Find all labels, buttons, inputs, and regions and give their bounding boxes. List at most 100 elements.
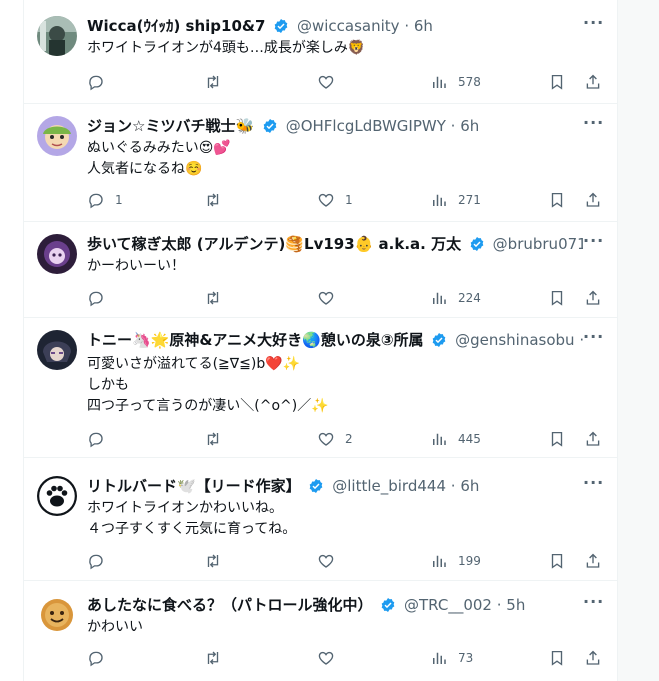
views-count: 271	[458, 193, 481, 207]
reply-button[interactable]	[87, 429, 115, 449]
user-handle[interactable]: @wiccasanity	[297, 17, 400, 35]
bookmark-button[interactable]	[548, 288, 566, 308]
post-header: ジョン☆ミツバチ戦士🐝 @OHFlcgLdBWGIPWY · 6h	[87, 116, 583, 136]
post-time[interactable]: 6h	[460, 477, 479, 495]
post[interactable]: ジョン☆ミツバチ戦士🐝 @OHFlcgLdBWGIPWY · 6h ··· ぬい…	[24, 104, 617, 222]
avatar[interactable]	[37, 595, 77, 635]
views-count: 199	[458, 554, 481, 568]
bookmark-icon	[551, 553, 563, 569]
avatar[interactable]	[37, 476, 77, 516]
bookmark-button[interactable]	[548, 429, 566, 449]
post-text-line: ４つ子すくすく元気に育ってね。	[87, 521, 297, 537]
share-button[interactable]	[584, 429, 602, 449]
retweet-button[interactable]	[204, 288, 232, 308]
display-name[interactable]: Wicca(ｳｲｯｶ) ship10&7	[87, 17, 265, 35]
post-header: 歩いて稼ぎ太郎 (アルデンテ)🥞Lv193👶 a.k.a. 万太 @brubru…	[87, 234, 583, 254]
post-text-line: 人気者になるね☺️	[87, 161, 203, 177]
post-text-line: 四つ子って言うのが凄い＼(^o^)／✨	[87, 398, 329, 414]
post-text: ホワイトライオンかわいいね。 ４つ子すくすく元気に育ってね。	[87, 498, 587, 540]
like-button[interactable]: 2	[317, 429, 353, 449]
post-time[interactable]: 6h	[460, 117, 479, 135]
user-handle[interactable]: @brubru0714	[493, 235, 583, 253]
views-icon	[433, 652, 446, 664]
avatar[interactable]	[37, 116, 77, 156]
share-icon	[586, 650, 600, 665]
retweet-button[interactable]	[204, 72, 232, 92]
like-button[interactable]	[317, 288, 345, 308]
avatar[interactable]	[37, 16, 77, 56]
user-handle[interactable]: @genshinasobu	[455, 331, 574, 349]
more-icon[interactable]: ···	[583, 475, 603, 496]
action-bar: 578	[87, 72, 603, 92]
more-icon[interactable]: ···	[583, 115, 603, 136]
display-name[interactable]: あしたなに食べる？（パトロール強化中）	[87, 596, 372, 614]
like-icon	[318, 291, 334, 305]
more-icon[interactable]: ···	[583, 233, 603, 254]
like-count: 2	[345, 432, 353, 446]
retweet-button[interactable]	[204, 648, 232, 668]
like-button[interactable]: 1	[317, 190, 353, 210]
like-button[interactable]	[317, 551, 345, 571]
verified-badge-icon	[432, 333, 446, 347]
share-button[interactable]	[584, 648, 602, 668]
share-button[interactable]	[584, 190, 602, 210]
views-button[interactable]: 199	[430, 551, 481, 571]
views-button[interactable]: 224	[430, 288, 481, 308]
reply-button[interactable]: 1	[87, 190, 123, 210]
like-button[interactable]	[317, 72, 345, 92]
post[interactable]: 歩いて稼ぎ太郎 (アルデンテ)🥞Lv193👶 a.k.a. 万太 @brubru…	[24, 222, 617, 318]
bookmark-button[interactable]	[548, 551, 566, 571]
separator-dot: ·	[450, 117, 461, 135]
user-handle[interactable]: @OHFlcgLdBWGIPWY	[286, 117, 446, 135]
separator-dot: ·	[404, 17, 414, 35]
retweet-button[interactable]	[204, 190, 232, 210]
reply-button[interactable]	[87, 648, 115, 668]
like-button[interactable]	[317, 648, 345, 668]
user-handle[interactable]: @TRC__002	[404, 596, 492, 614]
post-text-line: ホワイトライオンが4頭も…成長が楽しみ🦁	[87, 40, 366, 56]
share-button[interactable]	[584, 288, 602, 308]
reply-icon	[89, 291, 103, 307]
scrollbar-track[interactable]	[616, 0, 659, 681]
views-button[interactable]: 445	[430, 429, 481, 449]
share-button[interactable]	[584, 72, 602, 92]
avatar[interactable]	[37, 330, 77, 370]
retweet-button[interactable]	[204, 551, 232, 571]
bookmark-button[interactable]	[548, 190, 566, 210]
share-button[interactable]	[584, 551, 602, 571]
avatar[interactable]	[37, 234, 77, 274]
post-time[interactable]: 5h	[506, 596, 525, 614]
bookmark-button[interactable]	[548, 72, 566, 92]
action-bar: 224	[87, 288, 603, 308]
retweet-icon	[207, 651, 219, 665]
like-icon	[318, 75, 334, 89]
display-name[interactable]: リトルバード🕊️【リード作家】	[87, 477, 301, 495]
display-name[interactable]: 歩いて稼ぎ太郎 (アルデンテ)🥞Lv193👶 a.k.a. 万太	[87, 235, 461, 253]
display-name[interactable]: ジョン☆ミツバチ戦士🐝	[87, 117, 254, 135]
post[interactable]: あしたなに食べる？（パトロール強化中） @TRC__002 · 5h ··· か…	[24, 581, 617, 681]
display-name[interactable]: トニー🦄🌟原神&アニメ大好き🌏憩いの泉③所属	[87, 331, 424, 349]
retweet-button[interactable]	[204, 429, 232, 449]
more-icon[interactable]: ···	[583, 15, 603, 36]
post-time[interactable]: 6h	[414, 17, 433, 35]
views-button[interactable]: 271	[430, 190, 481, 210]
reply-button[interactable]	[87, 72, 115, 92]
share-icon	[586, 431, 600, 446]
share-icon	[586, 290, 600, 305]
retweet-icon	[207, 432, 219, 446]
post-text-line: かーわいーい！	[87, 258, 185, 274]
bookmark-button[interactable]	[548, 648, 566, 668]
more-icon[interactable]: ···	[583, 329, 603, 350]
post[interactable]: トニー🦄🌟原神&アニメ大好き🌏憩いの泉③所属 @genshinasobu · 6…	[24, 318, 617, 458]
post[interactable]: Wicca(ｳｲｯｶ) ship10&7 @wiccasanity · 6h ·…	[24, 0, 617, 104]
more-icon[interactable]: ···	[583, 594, 603, 615]
reply-button[interactable]	[87, 551, 115, 571]
views-icon	[433, 555, 446, 567]
action-bar: 1 1 271	[87, 190, 603, 210]
reply-button[interactable]	[87, 288, 115, 308]
post[interactable]: リトルバード🕊️【リード作家】 @little_bird444 · 6h ···…	[24, 458, 617, 581]
views-button[interactable]: 73	[430, 648, 473, 668]
reply-feed: Wicca(ｳｲｯｶ) ship10&7 @wiccasanity · 6h ·…	[23, 0, 618, 681]
views-button[interactable]: 578	[430, 72, 481, 92]
user-handle[interactable]: @little_bird444	[332, 477, 446, 495]
